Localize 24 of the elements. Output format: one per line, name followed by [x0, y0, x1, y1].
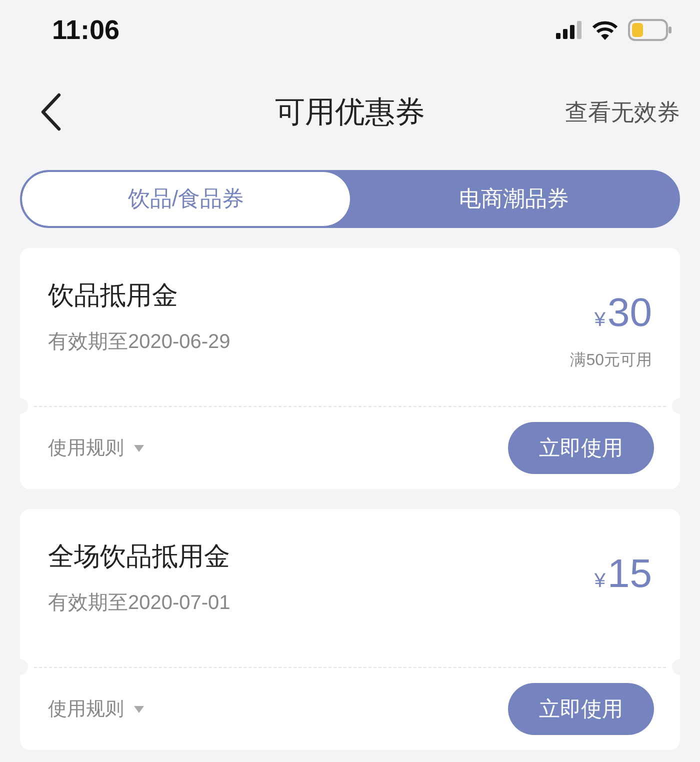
back-icon[interactable]: [40, 93, 62, 131]
expiry-date: 有效期至2020-07-01: [48, 591, 230, 616]
tab[interactable]: 饮品/食品券: [22, 172, 350, 226]
use-now-button[interactable]: 立即使用: [508, 683, 654, 735]
caret-icon[interactable]: [134, 444, 144, 452]
currency-symbol: ¥: [594, 570, 606, 593]
battery-icon: [628, 19, 672, 41]
expiry-date: 有效期至2020-06-29: [48, 330, 230, 355]
invalid-coupons-link[interactable]: 查看无效券: [565, 96, 680, 128]
usage-rules-link[interactable]: 使用规则: [48, 435, 124, 461]
wifi-icon: [592, 20, 618, 40]
status-time: 11:06: [52, 14, 120, 46]
currency-symbol: ¥: [594, 309, 606, 332]
usage-rules-link[interactable]: 使用规则: [48, 696, 124, 722]
usage-condition: 满50元可用: [570, 350, 652, 371]
signal-icon: [556, 21, 582, 39]
use-now-button[interactable]: 立即使用: [508, 422, 654, 474]
caret-icon[interactable]: [134, 706, 144, 712]
coupon-amount: 30: [608, 290, 652, 336]
coupon-title: 饮品抵用金: [48, 279, 179, 312]
tab[interactable]: 电商潮品券: [350, 172, 678, 226]
coupon-amount: 15: [608, 551, 652, 597]
coupon-title: 全场饮品抵用金: [48, 540, 230, 573]
page-title: 可用优惠券: [275, 94, 425, 130]
